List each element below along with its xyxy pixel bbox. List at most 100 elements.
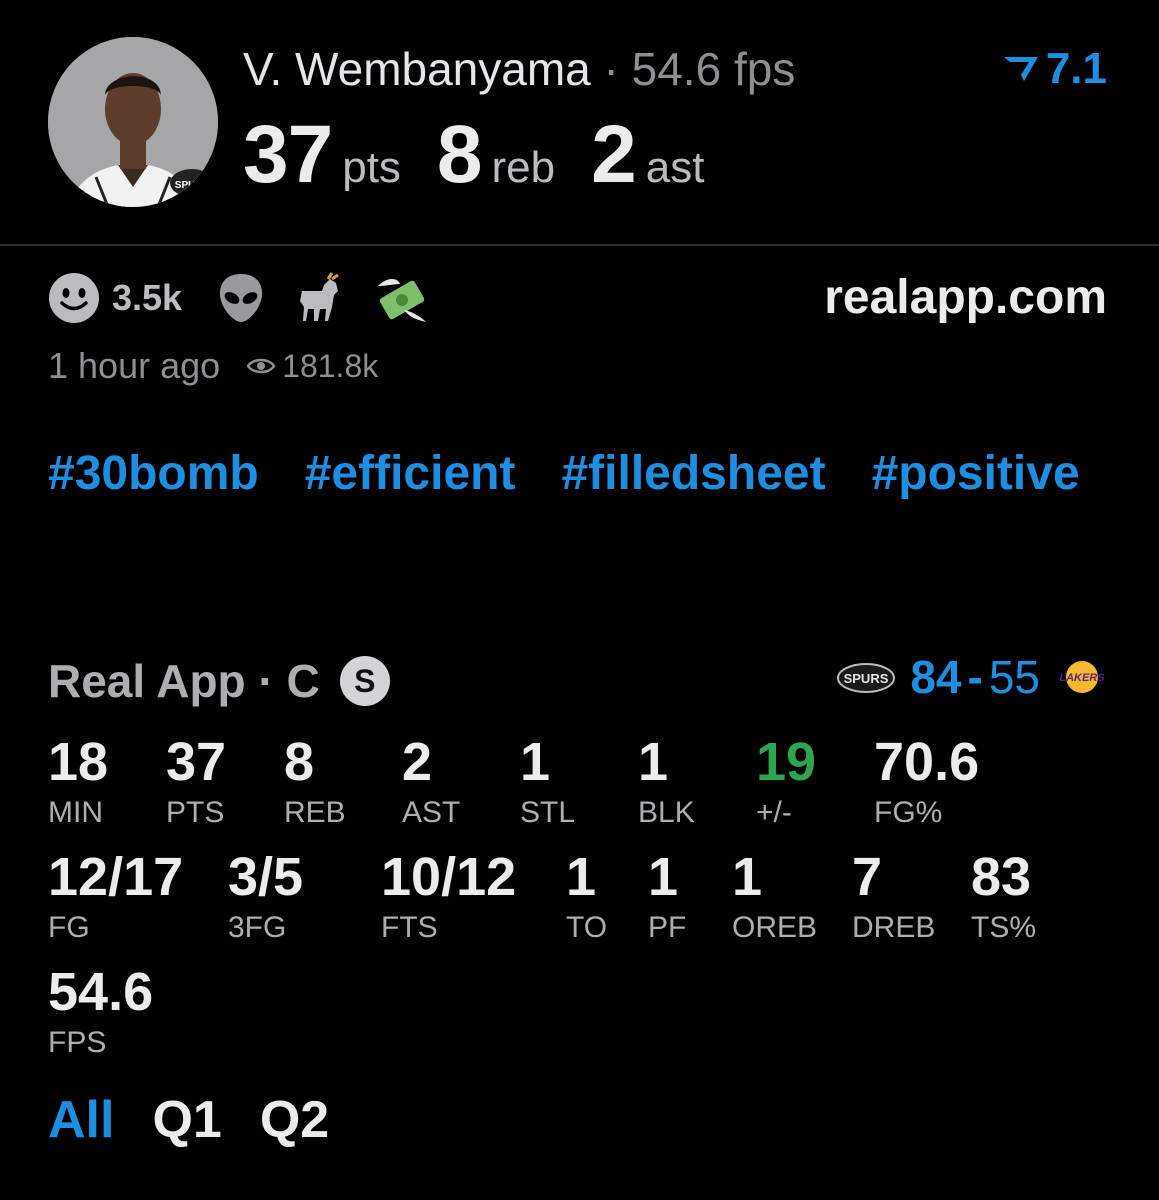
- stat-label: STL: [520, 796, 576, 829]
- tab-all[interactable]: All: [48, 1090, 114, 1150]
- stat-label: TO: [566, 911, 608, 944]
- stat-pf: 1 PF: [648, 849, 686, 945]
- stat-label: PF: [648, 911, 687, 944]
- stat-ts-pct: 83 TS%: [971, 849, 1036, 945]
- hashtag-30bomb[interactable]: #30bomb: [48, 448, 259, 500]
- hashtag-filledsheet[interactable]: #filledsheet: [561, 448, 825, 500]
- rating-flag-icon: [1003, 57, 1038, 81]
- stat-label: FPS: [48, 1026, 107, 1059]
- svg-text:SPURS: SPURS: [844, 671, 889, 686]
- player-header: SPURS V. Wembanyama · 54.6 fps 7.1 37 pt…: [0, 0, 1159, 246]
- stat-fg: 12/17 FG: [48, 849, 183, 945]
- stat-label: FG: [48, 911, 90, 944]
- player-rating[interactable]: 7.1: [1002, 44, 1107, 94]
- game-row: Real App · C S SPURS 84 - 55 LAKERS: [48, 650, 1110, 708]
- stat-label: FTS: [381, 911, 438, 944]
- stat-value: 1: [520, 732, 551, 792]
- stat-value: 37: [166, 732, 227, 792]
- time-ago: 1 hour ago: [48, 345, 221, 386]
- stat-stl: 1 STL: [520, 734, 575, 830]
- hashtag-efficient[interactable]: #efficient: [305, 448, 516, 500]
- headline-ast-value: 2: [591, 109, 637, 200]
- stat-ast: 2 AST: [402, 734, 460, 830]
- hashtag-list: #30bomb #efficient #filledsheet #positiv…: [48, 448, 1108, 500]
- stat-value: 83: [971, 847, 1032, 907]
- rating-value: 7.1: [1045, 44, 1107, 93]
- view-count-value: 181.8k: [282, 347, 379, 384]
- stat-value: 19: [756, 732, 817, 792]
- headline-pts-value: 37: [243, 109, 333, 200]
- stat-label: +/-: [756, 796, 792, 829]
- stat-dreb: 7 DREB: [852, 849, 935, 945]
- game-label: Real App · C S: [48, 654, 390, 708]
- player-name[interactable]: V. Wembanyama: [243, 43, 591, 95]
- stat-pts: 37 PTS: [166, 734, 226, 830]
- player-name-line: V. Wembanyama · 54.6 fps: [243, 42, 795, 96]
- stat-value: 1: [638, 732, 669, 792]
- headline-pts-unit: pts: [342, 143, 401, 192]
- stat-reb: 8 REB: [284, 734, 346, 830]
- stat-value: 7: [852, 847, 883, 907]
- stat-plus-minus: 19 +/-: [756, 734, 816, 830]
- player-fps: 54.6 fps: [631, 43, 796, 95]
- stat-3fg: 3/5 3FG: [228, 849, 303, 945]
- headline-ast-unit: ast: [645, 143, 705, 192]
- stat-label: DREB: [852, 911, 936, 944]
- stat-value: 2: [402, 732, 433, 792]
- site-link[interactable]: realapp.com: [824, 270, 1107, 325]
- stat-min: 18 MIN: [48, 734, 108, 830]
- stat-value: 12/17: [48, 847, 184, 907]
- name-separator: ·: [603, 43, 619, 95]
- game-label-text: Real App · C: [48, 655, 320, 707]
- home-score: 84: [910, 651, 962, 703]
- stat-value: 18: [48, 732, 109, 792]
- money-wings-icon[interactable]: [374, 272, 430, 324]
- stat-fps: 54.6 FPS: [48, 964, 153, 1060]
- stat-label: REB: [284, 796, 346, 829]
- status-badge: S: [339, 656, 390, 706]
- away-score: 55: [988, 651, 1040, 703]
- stat-value: 1: [732, 847, 763, 907]
- alien-icon[interactable]: [218, 272, 264, 324]
- svg-text:SPURS: SPURS: [175, 180, 210, 191]
- tab-q1[interactable]: Q1: [152, 1090, 221, 1150]
- headline-reb-unit: reb: [491, 143, 556, 192]
- player-avatar[interactable]: SPURS: [48, 37, 218, 207]
- stat-label: FG%: [874, 796, 943, 829]
- stat-value: 1: [566, 847, 597, 907]
- reactions-row: 3.5k: [48, 272, 458, 324]
- view-count: 181.8k: [246, 348, 378, 385]
- stat-label: TS%: [971, 911, 1037, 944]
- headline-statline: 37 pts 8 reb 2 ast: [243, 108, 740, 202]
- hashtag-positive[interactable]: #positive: [872, 448, 1080, 500]
- tab-q2[interactable]: Q2: [260, 1090, 329, 1150]
- headline-reb-value: 8: [436, 109, 483, 200]
- stat-blk: 1 BLK: [638, 734, 695, 830]
- stat-value: 70.6: [874, 732, 980, 792]
- smiley-icon[interactable]: [48, 272, 100, 324]
- stat-label: PTS: [166, 796, 225, 829]
- stat-label: BLK: [638, 796, 695, 829]
- stat-oreb: 1 OREB: [732, 849, 817, 945]
- stat-label: MIN: [48, 796, 103, 829]
- stat-value: 3/5: [228, 847, 304, 907]
- svg-text:LAKERS: LAKERS: [1059, 672, 1105, 684]
- lakers-logo-icon: LAKERS: [1059, 661, 1105, 693]
- stat-label: 3FG: [228, 911, 287, 944]
- stat-value: 1: [648, 847, 679, 907]
- goat-icon[interactable]: [292, 271, 346, 325]
- stat-value: 8: [284, 732, 315, 792]
- smiley-count: 3.5k: [112, 277, 183, 318]
- stat-fg-pct: 70.6 FG%: [874, 734, 979, 830]
- stat-fts: 10/12 FTS: [381, 849, 516, 945]
- stat-value: 10/12: [381, 847, 517, 907]
- stat-to: 1 TO: [566, 849, 607, 945]
- stat-value: 54.6: [48, 962, 154, 1022]
- eye-icon: [246, 358, 276, 374]
- post-meta: 1 hour ago 181.8k: [48, 345, 378, 387]
- period-tabs: All Q1 Q2: [48, 1090, 329, 1150]
- spurs-logo-icon: SPURS: [837, 663, 896, 693]
- stat-label: AST: [402, 796, 461, 829]
- stat-label: OREB: [732, 911, 818, 944]
- game-score[interactable]: SPURS 84 - 55 LAKERS: [836, 650, 1110, 704]
